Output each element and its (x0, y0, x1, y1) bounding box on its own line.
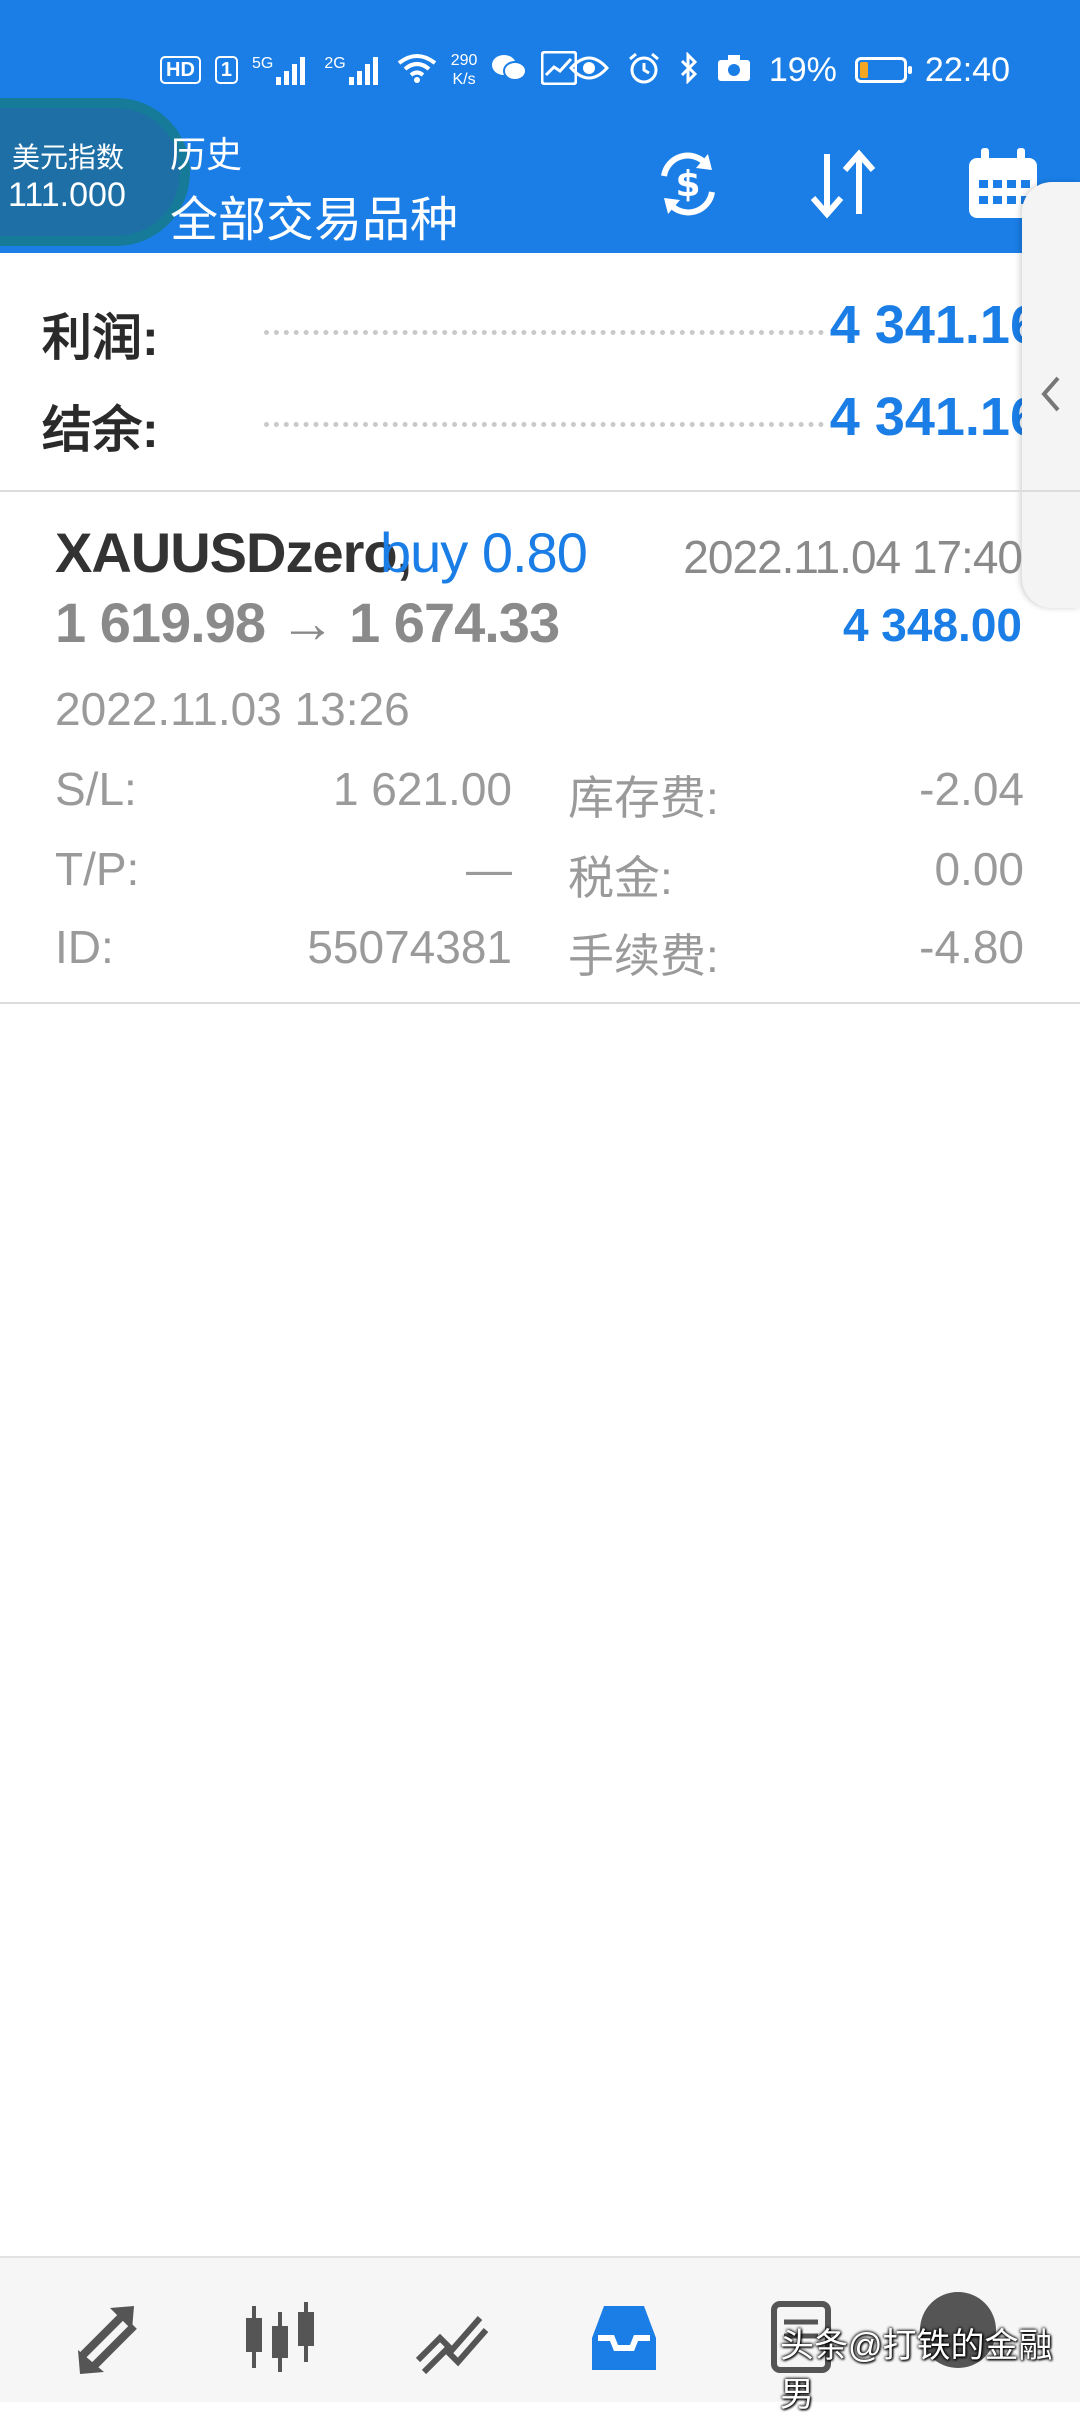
profit-row: 利润: 4 341.16 (42, 290, 1040, 366)
trade-close-time: 2022.11.04 17:40 (683, 531, 1023, 583)
network-speed: 290 K/s (450, 52, 478, 88)
divider (0, 1002, 1080, 1004)
tax-value: 0.00 (934, 843, 1024, 895)
tax-label: 税金: (568, 852, 673, 904)
divider (0, 490, 1080, 492)
dotted-leader (264, 330, 824, 335)
id-value: 55074381 (307, 921, 512, 973)
fee-label: 手续费: (568, 930, 719, 982)
trade-profit: 4 348.00 (842, 599, 1022, 651)
svg-text:$: $ (675, 164, 700, 205)
chevron-left-icon (1041, 376, 1060, 412)
sim-badge: 1 (214, 56, 239, 84)
history-icon[interactable] (584, 2298, 664, 2378)
side-panel-handle[interactable] (1022, 182, 1080, 608)
balance-row: 结余: 4 341.16 (42, 382, 1040, 458)
battery-level (859, 62, 868, 78)
usd-index-value: 111.000 (8, 176, 126, 214)
signal-5g-icon: 5G (252, 55, 310, 85)
swap-label: 库存费: (568, 772, 719, 824)
battery-percent: 19% (768, 50, 837, 89)
sl-value: 1 621.00 (332, 763, 512, 815)
usd-index-floating-widget[interactable]: 美元指数 111.000 (0, 108, 180, 236)
chart-icon[interactable] (240, 2298, 320, 2378)
wechat-icon (491, 53, 528, 88)
usd-index-label: 美元指数 (12, 142, 125, 173)
watermark: 头条@打铁的金融男 (780, 2327, 1053, 2414)
balance-label: 结余: (42, 402, 159, 458)
wifi-icon (397, 53, 437, 88)
trade-direction: buy 0.80 (380, 521, 588, 584)
symbol-filter[interactable]: 全部交易品种 (170, 180, 458, 250)
balance-value: 4 341.16 (829, 387, 1040, 447)
fee-value: -4.80 (919, 921, 1024, 973)
header-subtitle: 历史 (170, 134, 243, 175)
bluetooth-icon (679, 50, 699, 89)
camera-icon (717, 54, 751, 87)
profit-label: 利润: (42, 310, 159, 366)
eye-icon (568, 54, 609, 87)
quotes-icon[interactable] (68, 2298, 148, 2378)
sl-label: S/L: (55, 763, 137, 815)
alarm-icon (627, 51, 661, 90)
tp-label: T/P: (55, 843, 140, 895)
trade-open-time: 2022.11.03 13:26 (55, 683, 410, 735)
battery-icon (854, 57, 912, 83)
status-bar: HD 1 5G 2G 290 K/s 19% 22:40 (0, 40, 1080, 100)
trade-icon[interactable] (412, 2298, 492, 2378)
swap-value: -2.04 (919, 763, 1024, 815)
signal-2g-icon: 2G (324, 55, 382, 85)
id-label: ID: (55, 921, 114, 973)
dotted-leader (264, 422, 824, 427)
currency-sync-icon[interactable]: $ (650, 146, 726, 222)
sort-icon[interactable] (805, 146, 881, 222)
hd-badge: HD (160, 56, 201, 84)
trade-symbol: XAUUSDzero, (55, 521, 412, 584)
trade-prices: 1 619.98 → 1 674.33 (55, 591, 560, 654)
profit-value: 4 341.16 (829, 295, 1040, 355)
clock: 22:40 (924, 50, 1010, 89)
tp-value: — (466, 843, 512, 895)
